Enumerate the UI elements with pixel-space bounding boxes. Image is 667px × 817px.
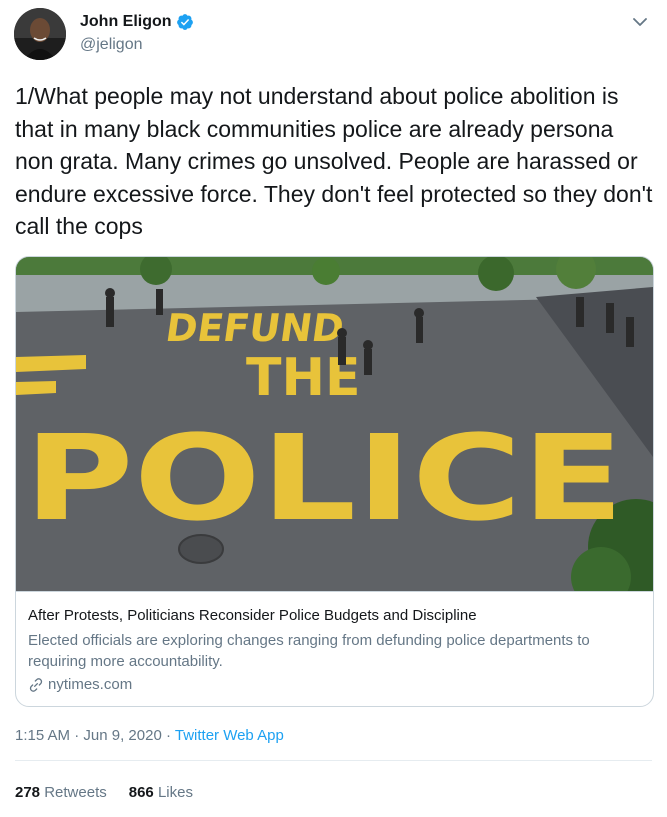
verified-badge-icon bbox=[176, 14, 193, 30]
card-description: Elected officials are exploring changes … bbox=[28, 632, 590, 670]
meta-separator: · bbox=[70, 727, 84, 744]
divider bbox=[15, 760, 652, 761]
card-body: After Protests, Politicians Reconsider P… bbox=[16, 591, 653, 693]
retweets-stat[interactable]: 278 Retweets bbox=[15, 784, 107, 801]
meta-separator: · bbox=[161, 727, 175, 744]
author-name-row[interactable]: John Eligon bbox=[80, 13, 194, 31]
tweet: John Eligon @jeligon 1/What people may n… bbox=[0, 0, 667, 817]
likes-label: Likes bbox=[157, 784, 193, 801]
avatar[interactable] bbox=[14, 8, 66, 60]
card-domain-text: nytimes.com bbox=[48, 676, 133, 693]
mural-word-police: POLICE bbox=[24, 409, 624, 547]
tweet-date[interactable]: Jun 9, 2020 bbox=[83, 727, 161, 744]
card-title[interactable]: After Protests, Politicians Reconsider P… bbox=[28, 607, 477, 624]
avatar-image bbox=[14, 8, 66, 60]
tweet-text: 1/What people may not understand about p… bbox=[15, 83, 659, 239]
card-domain[interactable]: nytimes.com bbox=[28, 676, 132, 693]
chevron-down-icon[interactable] bbox=[632, 14, 648, 30]
card-image[interactable]: DEFUND THE POLICE bbox=[16, 257, 653, 591]
retweets-count: 278 bbox=[15, 784, 41, 801]
link-card[interactable]: DEFUND THE POLICE After Protests, Politi… bbox=[15, 256, 654, 707]
retweets-label: Retweets bbox=[44, 784, 107, 801]
author-name[interactable]: John Eligon bbox=[80, 13, 172, 31]
likes-count: 866 bbox=[128, 784, 154, 801]
source-app-link[interactable]: Twitter Web App bbox=[175, 727, 284, 744]
likes-stat[interactable]: 866 Likes bbox=[129, 784, 193, 801]
mural-word-defund: DEFUND bbox=[163, 307, 347, 351]
author-handle[interactable]: @jeligon bbox=[80, 36, 143, 54]
link-icon bbox=[29, 677, 43, 692]
tweet-meta: 1:15 AM · Jun 9, 2020 · Twitter Web App bbox=[15, 727, 284, 744]
tweet-time[interactable]: 1:15 AM bbox=[15, 727, 70, 744]
tweet-stats: 278 Retweets 866 Likes bbox=[15, 784, 215, 801]
